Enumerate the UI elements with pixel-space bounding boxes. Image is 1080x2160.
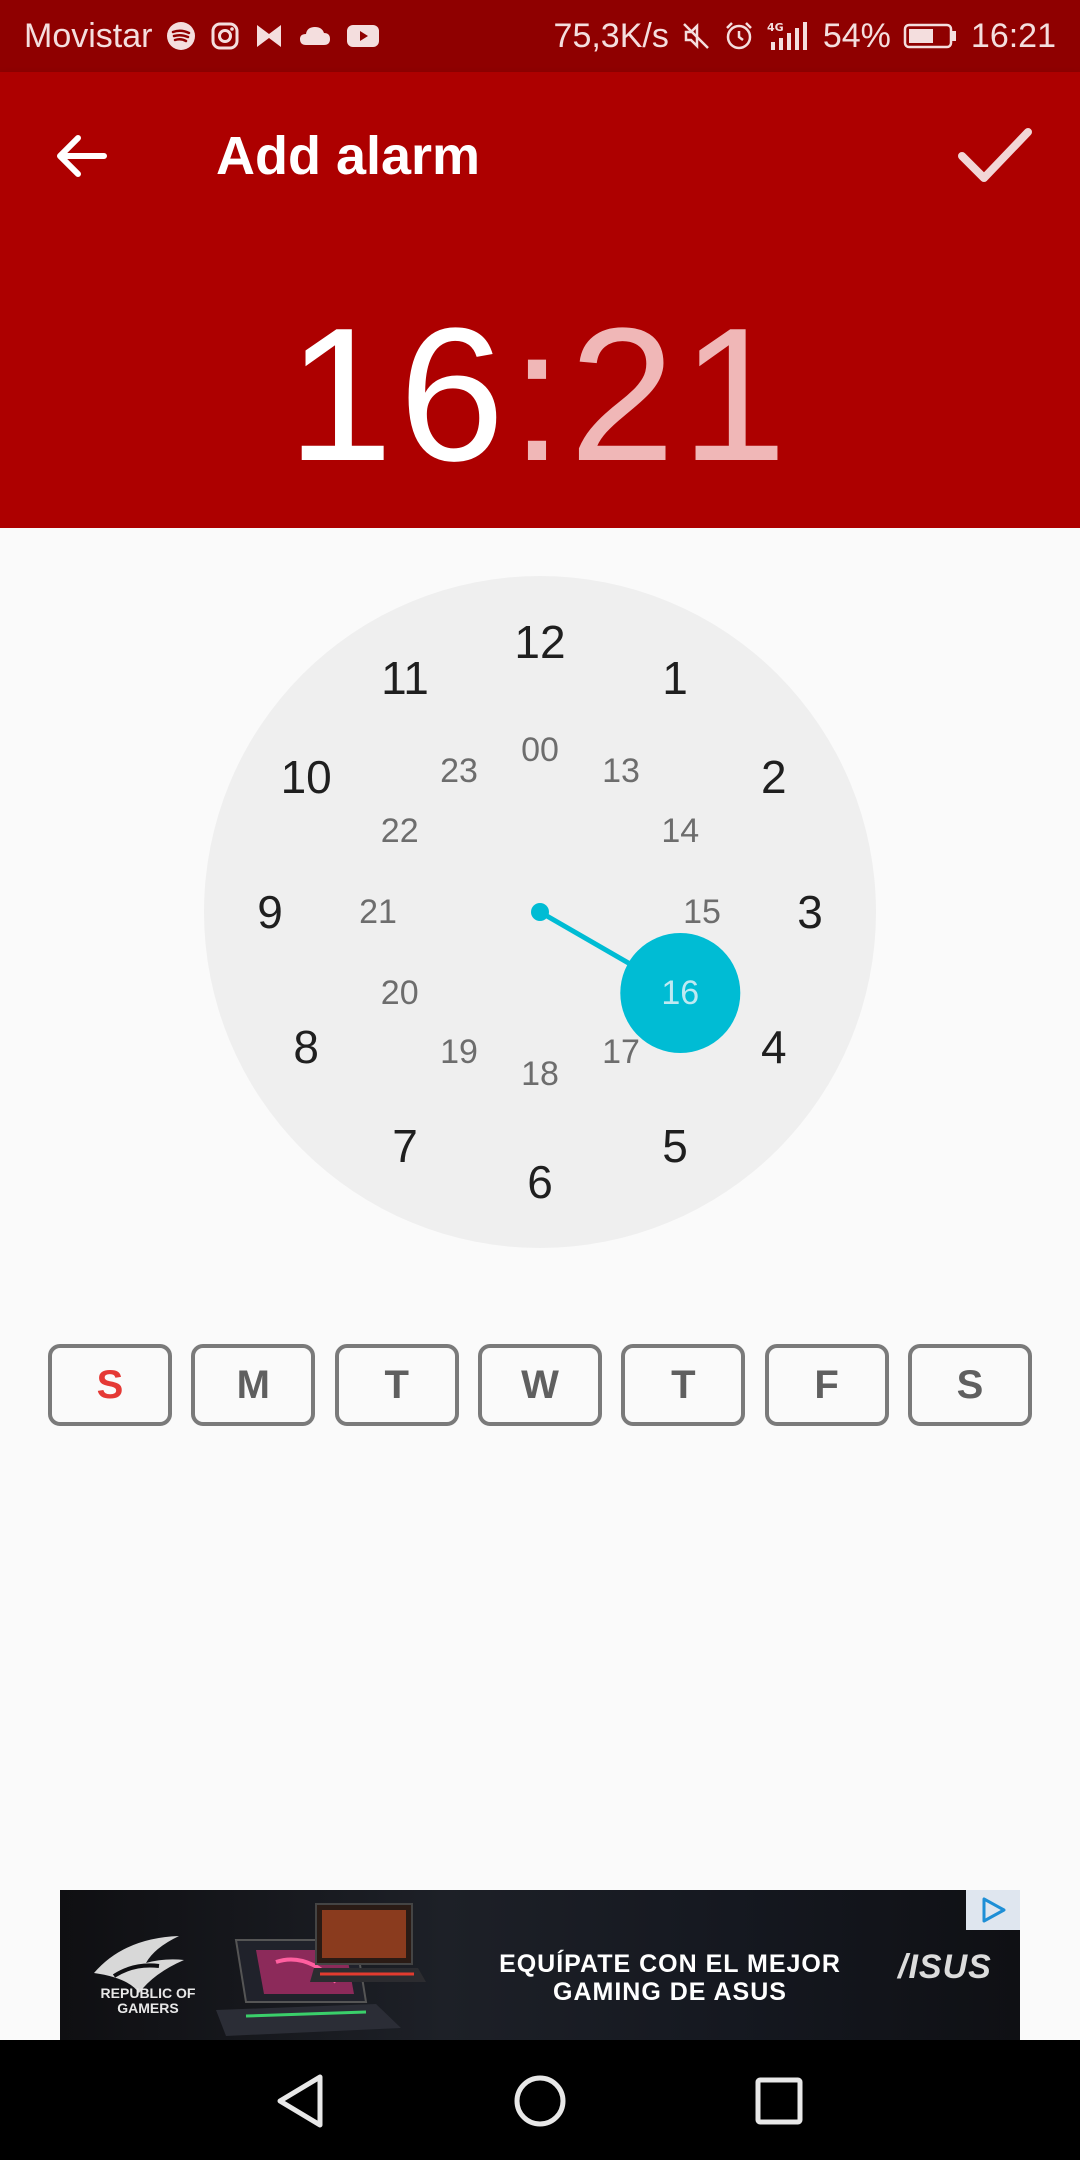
cloud-icon	[298, 23, 332, 49]
triangle-back-icon	[277, 2074, 323, 2128]
clock-hour-1[interactable]: 1	[635, 648, 715, 708]
battery-icon	[903, 22, 959, 50]
ad-headline-line2: GAMING DE ASUS	[553, 1978, 787, 2006]
back-button[interactable]	[44, 118, 120, 194]
mute-icon	[681, 21, 711, 51]
clock-hour-9[interactable]: 9	[230, 882, 310, 942]
clock-hour-16[interactable]: 16	[640, 963, 720, 1023]
clock-hour-3[interactable]: 3	[770, 882, 850, 942]
clock-hour-2[interactable]: 2	[734, 747, 814, 807]
hour-display[interactable]: 16	[287, 289, 510, 501]
signal-4g-icon: 4G	[767, 20, 811, 52]
ad-choices-button[interactable]	[966, 1890, 1020, 1930]
clock-hour-6[interactable]: 6	[500, 1152, 580, 1212]
spotify-icon	[166, 21, 196, 51]
clock-hour-19[interactable]: 19	[419, 1022, 499, 1082]
clock-hour-13[interactable]: 13	[581, 742, 661, 802]
status-bar: Movistar 75,3K/s 4G 54% 16:21	[0, 0, 1080, 72]
clock-hour-4[interactable]: 4	[734, 1017, 814, 1077]
laptop-image-2	[310, 1903, 426, 1982]
circle-home-icon	[514, 2075, 566, 2127]
svg-text:4G: 4G	[767, 21, 784, 34]
clock-hour-8[interactable]: 8	[266, 1017, 346, 1077]
instagram-icon	[210, 21, 240, 51]
clock-time: 16:21	[970, 16, 1056, 55]
check-icon	[958, 128, 1032, 182]
day-saturday[interactable]: S	[907, 1344, 1032, 1426]
nav-home-button[interactable]	[505, 2066, 575, 2136]
square-recents-icon	[755, 2077, 803, 2125]
day-tuesday[interactable]: T	[334, 1344, 459, 1426]
clock-hour-00[interactable]: 00	[500, 720, 580, 780]
confirm-button[interactable]	[950, 116, 1040, 196]
clock-center-dot	[531, 903, 549, 921]
time-header: 16:21	[0, 240, 1080, 528]
clock-hour-14[interactable]: 14	[640, 801, 720, 861]
time-display: 16:21	[0, 300, 1080, 490]
day-thursday[interactable]: T	[621, 1344, 746, 1426]
app-bar: Add alarm	[0, 72, 1080, 240]
clock-hour-22[interactable]: 22	[360, 801, 440, 861]
clock-hour-11[interactable]: 11	[365, 648, 445, 708]
clock-hour-17[interactable]: 17	[581, 1022, 661, 1082]
clock-hour-7[interactable]: 7	[365, 1116, 445, 1176]
ad-headline-line1: EQUÍPATE CON EL MEJOR	[499, 1950, 841, 1978]
arrow-back-icon	[57, 135, 107, 177]
nav-back-button[interactable]	[266, 2066, 336, 2136]
clock-hour-21[interactable]: 21	[338, 882, 418, 942]
battery-percent: 54%	[822, 16, 891, 55]
ad-brand-logo: /ISUS	[898, 1948, 992, 1986]
day-monday[interactable]: M	[191, 1344, 316, 1426]
day-friday[interactable]: F	[764, 1344, 889, 1426]
minute-display[interactable]: 21	[569, 289, 792, 501]
clock-hour-18[interactable]: 18	[500, 1044, 580, 1104]
day-selector: S M T W T F S	[48, 1344, 1032, 1430]
clock-dial[interactable]: 12 1 2 3 4 5 6 7 8 9 10 11 00 13 14 15 16 17 18 19 20 21 22 23	[204, 576, 876, 1248]
ad-headline: EQUÍPATE CON EL MEJOR GAMING DE ASUS	[460, 1950, 880, 2006]
ad-logo-text: REPUBLIC OF GAMERS	[100, 1985, 196, 2016]
time-separator: :	[510, 289, 570, 501]
day-wednesday[interactable]: W	[477, 1344, 602, 1426]
nav-recents-button[interactable]	[744, 2066, 814, 2136]
navigation-bar	[0, 2040, 1080, 2160]
clock-hour-23[interactable]: 23	[419, 742, 499, 802]
youtube-icon	[346, 23, 380, 49]
clock-hour-20[interactable]: 20	[360, 963, 440, 1023]
ad-banner[interactable]: REPUBLIC OF GAMERS EQUÍPATE CON EL MEJOR…	[60, 1890, 1020, 2040]
clock-hour-5[interactable]: 5	[635, 1116, 715, 1176]
adchoices-icon	[982, 1897, 1006, 1923]
bowtie-icon	[254, 21, 284, 51]
alarm-icon	[723, 20, 755, 52]
page-title: Add alarm	[216, 126, 481, 186]
clock-hour-15[interactable]: 15	[662, 882, 742, 942]
clock-hour-12[interactable]: 12	[500, 612, 580, 672]
day-sunday[interactable]: S	[48, 1344, 172, 1426]
clock-hour-10[interactable]: 10	[266, 747, 346, 807]
carrier-label: Movistar	[24, 16, 153, 55]
network-speed: 75,3K/s	[553, 16, 669, 55]
